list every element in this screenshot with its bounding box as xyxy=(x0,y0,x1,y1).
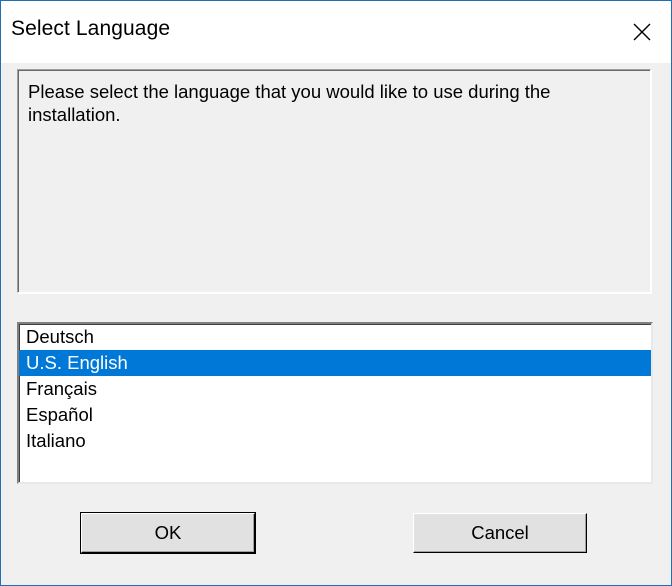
language-item-italiano[interactable]: Italiano xyxy=(19,428,651,454)
ok-button[interactable]: OK xyxy=(80,512,256,554)
window-title: Select Language xyxy=(11,17,171,40)
cancel-button[interactable]: Cancel xyxy=(413,513,587,553)
language-item-espanol[interactable]: Español xyxy=(19,402,651,428)
close-button[interactable] xyxy=(613,1,671,63)
language-item-us-english[interactable]: U.S. English xyxy=(19,350,651,376)
title-bar: Select Language xyxy=(1,1,671,63)
instruction-text: Please select the language that you woul… xyxy=(28,81,551,125)
language-item-francais[interactable]: Français xyxy=(19,376,651,402)
close-icon xyxy=(632,22,652,42)
select-language-dialog: Select Language Please select the langua… xyxy=(0,0,672,586)
language-item-deutsch[interactable]: Deutsch xyxy=(19,324,651,350)
instruction-panel: Please select the language that you woul… xyxy=(17,69,651,293)
language-listbox[interactable]: Deutsch U.S. English Français Español It… xyxy=(17,322,653,484)
